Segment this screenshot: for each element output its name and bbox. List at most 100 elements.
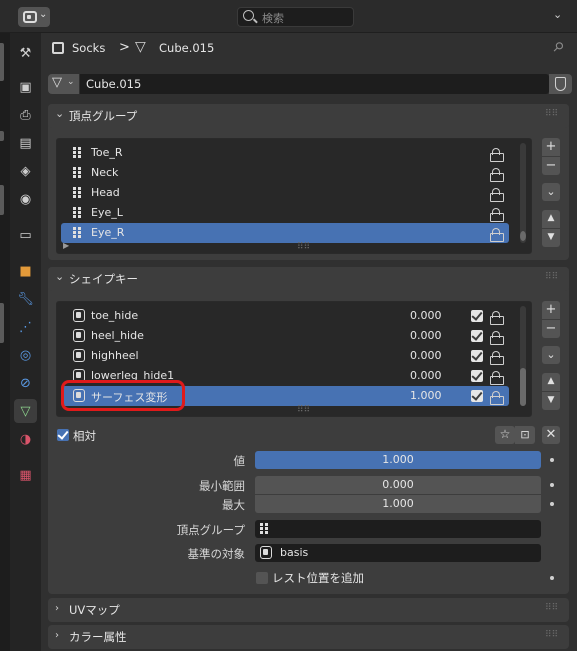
uv-maps-header[interactable]: › UVマップ ⠿⠿	[48, 598, 569, 622]
lock-icon[interactable]	[490, 311, 504, 325]
move-up-button[interactable]: ▲	[542, 210, 560, 228]
list-item[interactable]: toe_hide 0.000	[61, 306, 509, 326]
mesh-browse-button[interactable]: ▽ ⌄	[48, 74, 79, 94]
add-vertex-group-button[interactable]: +	[542, 138, 560, 156]
scroll-thumb[interactable]	[520, 231, 526, 241]
search-input[interactable]: 検索	[237, 7, 354, 27]
remove-vertex-group-button[interactable]: −	[542, 157, 560, 175]
physics-tab[interactable]: ◎	[14, 343, 37, 367]
shape-key-value[interactable]: 1.000	[410, 389, 442, 402]
shape-key-value[interactable]: 0.000	[410, 349, 442, 362]
shape-key-name: heel_hide	[91, 329, 144, 342]
list-resize-grip[interactable]: ⠿⠿	[297, 406, 310, 415]
keyframe-dot-icon[interactable]	[550, 458, 554, 462]
list-item-selected[interactable]: Eye_R	[61, 223, 509, 243]
mute-checkbox[interactable]	[471, 330, 483, 342]
region-tab-marker[interactable]	[0, 185, 4, 215]
shape-key-menu-button[interactable]: ⌄	[542, 346, 560, 364]
particles-tab[interactable]: ⋰	[14, 315, 37, 339]
breadcrumb-mesh[interactable]: Cube.015	[159, 41, 214, 55]
output-tab[interactable]: ⎙	[14, 103, 37, 127]
rest-position-checkbox[interactable]	[256, 572, 268, 584]
modifier-tab[interactable]: 🔧︎	[14, 287, 37, 311]
shape-key-value[interactable]: 0.000	[410, 369, 442, 382]
lock-icon[interactable]	[490, 391, 504, 405]
panel-grip-icon[interactable]: ⠿⠿	[545, 631, 558, 640]
object-tab[interactable]: ■	[14, 259, 37, 283]
lock-icon[interactable]	[490, 168, 504, 182]
pin-icon[interactable]: ⚲	[549, 39, 566, 56]
region-tab-marker[interactable]	[0, 43, 4, 81]
relative-to-field[interactable]: basis	[255, 544, 541, 562]
texture-tab[interactable]: ▦	[14, 463, 37, 487]
relative-checkbox[interactable]	[57, 429, 69, 441]
filter-toggle-icon[interactable]: ▶	[63, 241, 69, 250]
move-down-button[interactable]: ▼	[542, 229, 560, 247]
scroll-thumb[interactable]	[520, 368, 526, 406]
move-down-button[interactable]: ▼	[542, 392, 560, 410]
vertex-groups-header[interactable]: ⌄ 頂点グループ ⠿⠿	[48, 104, 569, 128]
breadcrumb-object[interactable]: Socks	[72, 41, 105, 55]
color-attributes-header[interactable]: › カラー属性 ⠿⠿	[48, 625, 569, 649]
vertex-group-field[interactable]	[255, 520, 541, 538]
lock-icon[interactable]	[490, 148, 504, 162]
list-scrollbar[interactable]	[520, 143, 526, 243]
mute-checkbox[interactable]	[471, 350, 483, 362]
list-item[interactable]: Head	[61, 183, 509, 203]
list-item[interactable]: highheel 0.000	[61, 346, 509, 366]
tool-tab[interactable]: ⚒	[14, 41, 37, 65]
panel-grip-icon[interactable]: ⠿⠿	[545, 604, 558, 613]
keyframe-dot-icon[interactable]	[550, 576, 554, 580]
keyframe-dot-icon[interactable]	[550, 483, 554, 487]
lock-icon[interactable]	[490, 351, 504, 365]
lock-icon[interactable]	[490, 228, 504, 242]
mesh-data-tab[interactable]: ▽	[14, 399, 37, 423]
shape-key-value[interactable]: 0.000	[410, 329, 442, 342]
render-tab[interactable]: ▣	[14, 75, 37, 99]
material-tab[interactable]: ◑	[14, 427, 37, 451]
scene-tab[interactable]: ◈	[14, 159, 37, 183]
list-resize-grip[interactable]: ⠿⠿	[297, 243, 310, 252]
range-min-field[interactable]: 0.000	[255, 476, 541, 494]
panel-grip-icon[interactable]: ⠿⠿	[545, 273, 558, 282]
list-item[interactable]: Eye_L	[61, 203, 509, 223]
constraints-tab[interactable]: ⊘	[14, 371, 37, 395]
value-slider[interactable]: 1.000	[255, 451, 541, 469]
vertex-group-menu-button[interactable]: ⌄	[542, 183, 560, 201]
mute-checkbox[interactable]	[471, 370, 483, 382]
physics-icon: ◎	[19, 347, 32, 363]
shape-key-icon	[73, 309, 85, 322]
mute-checkbox[interactable]	[471, 310, 483, 322]
search-icon	[243, 10, 254, 21]
shape-key-pin-button[interactable]: ☆	[495, 426, 515, 444]
panel-grip-icon[interactable]: ⠿⠿	[545, 110, 558, 119]
max-field[interactable]: 1.000	[255, 495, 541, 513]
mesh-name-field[interactable]: Cube.015	[80, 74, 549, 94]
shape-keys-header[interactable]: ⌄ シェイプキー ⠿⠿	[48, 267, 569, 291]
view-layer-tab[interactable]: ▤	[14, 131, 37, 155]
shape-keys-title: シェイプキー	[69, 272, 138, 286]
list-item[interactable]: Toe_R	[61, 143, 509, 163]
remove-shape-key-button[interactable]: −	[542, 320, 560, 338]
shape-key-edit-mode-button[interactable]: ⊡	[515, 426, 535, 444]
collection-tab[interactable]: ▭	[14, 223, 37, 247]
shape-key-value[interactable]: 0.000	[410, 309, 442, 322]
lock-icon[interactable]	[490, 208, 504, 222]
region-tab-marker[interactable]	[0, 131, 4, 141]
list-item[interactable]: heel_hide 0.000	[61, 326, 509, 346]
clear-shape-keys-button[interactable]: ✕	[542, 426, 560, 444]
options-chevron-icon[interactable]: ⌄	[553, 8, 562, 21]
add-shape-key-button[interactable]: +	[542, 301, 560, 319]
list-scrollbar[interactable]	[520, 306, 526, 406]
keyframe-dot-icon[interactable]	[550, 502, 554, 506]
lock-icon[interactable]	[490, 371, 504, 385]
move-up-button[interactable]: ▲	[542, 373, 560, 391]
lock-icon[interactable]	[490, 331, 504, 345]
lock-icon[interactable]	[490, 188, 504, 202]
mute-checkbox[interactable]	[471, 390, 483, 402]
editor-type-button[interactable]: ⌄	[18, 7, 50, 27]
list-item[interactable]: Neck	[61, 163, 509, 183]
world-tab[interactable]: ◉	[14, 187, 37, 211]
region-tab-marker[interactable]	[0, 303, 4, 343]
fake-user-button[interactable]	[549, 74, 572, 94]
